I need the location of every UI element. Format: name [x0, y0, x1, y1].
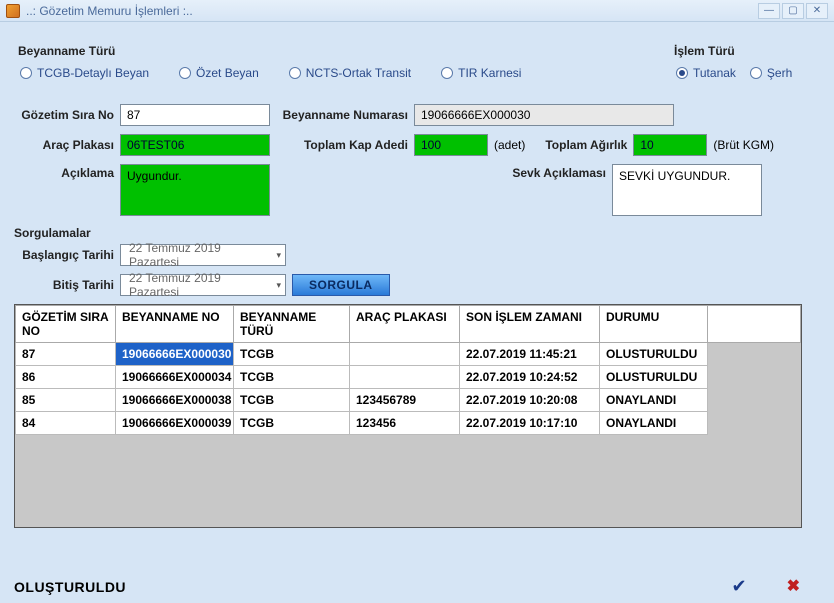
col-son-islem-zamani[interactable]: SON İŞLEM ZAMANI: [460, 306, 600, 343]
beyanname-numarasi-label: Beyanname Numarası: [276, 108, 408, 122]
close-button[interactable]: ✕: [806, 3, 828, 19]
brut-kgm-suffix: (Brüt KGM): [713, 138, 774, 152]
toplam-kap-adedi-label: Toplam Kap Adedi: [276, 138, 408, 152]
minimize-button[interactable]: —: [758, 3, 780, 19]
table-cell[interactable]: TCGB: [234, 389, 350, 412]
islem-turu-label: İşlem Türü: [674, 44, 735, 58]
aciklama-label: Açıklama: [14, 164, 114, 180]
baslangic-tarihi-label: Başlangıç Tarihi: [14, 248, 114, 262]
col-beyanname-turu[interactable]: BEYANNAME TÜRÜ: [234, 306, 350, 343]
table-cell[interactable]: TCGB: [234, 412, 350, 435]
table-cell[interactable]: 87: [16, 343, 116, 366]
radio-tir-karnesi[interactable]: TIR Karnesi: [441, 66, 521, 80]
table-row[interactable]: 8619066666EX000034TCGB 22.07.2019 10:24:5…: [16, 366, 801, 389]
sorgula-button[interactable]: SORGULA: [292, 274, 390, 296]
table-row[interactable]: 8519066666EX000038TCGB12345678922.07.201…: [16, 389, 801, 412]
cancel-icon[interactable]: ✖: [787, 576, 800, 597]
table-cell[interactable]: OLUSTURULDU: [600, 366, 708, 389]
table-cell[interactable]: TCGB: [234, 366, 350, 389]
col-gozetim-sira-no[interactable]: GÖZETİM SIRA NO: [16, 306, 116, 343]
app-icon: [6, 4, 20, 18]
table-cell[interactable]: [350, 343, 460, 366]
adet-suffix: (adet): [494, 138, 525, 152]
table-cell[interactable]: 22.07.2019 10:20:08: [460, 389, 600, 412]
col-spacer: [708, 306, 801, 343]
radio-tcgb[interactable]: TCGB-Detaylı Beyan: [20, 66, 149, 80]
window-titlebar: ..: Gözetim Memuru İşlemleri :.. — ▢ ✕: [0, 0, 834, 22]
islem-turu-group: İşlem Türü Tutanak Şerh: [670, 62, 820, 84]
confirm-icon[interactable]: ✔: [732, 576, 747, 597]
table-cell[interactable]: ONAYLANDI: [600, 389, 708, 412]
arac-plakasi-label: Araç Plakası: [14, 138, 114, 152]
gozetim-sira-no-input[interactable]: [120, 104, 270, 126]
bitis-tarihi-picker[interactable]: 22 Temmuz 2019 Pazartesi ▾: [120, 274, 286, 296]
table-cell[interactable]: 19066666EX000039: [116, 412, 234, 435]
status-text: OLUŞTURULDU: [14, 579, 126, 595]
aciklama-textarea[interactable]: [120, 164, 270, 216]
sorgulamalar-header: Sorgulamalar: [14, 226, 820, 240]
table-cell[interactable]: 22.07.2019 10:24:52: [460, 366, 600, 389]
toplam-kap-adedi-input[interactable]: [414, 134, 488, 156]
table-cell[interactable]: 123456: [350, 412, 460, 435]
table-cell[interactable]: 86: [16, 366, 116, 389]
toplam-agirlik-input[interactable]: [633, 134, 707, 156]
table-row[interactable]: 8419066666EX000039TCGB12345622.07.2019 1…: [16, 412, 801, 435]
col-beyanname-no[interactable]: BEYANNAME NO: [116, 306, 234, 343]
window-title: ..: Gözetim Memuru İşlemleri :..: [26, 4, 758, 18]
col-durumu[interactable]: DURUMU: [600, 306, 708, 343]
col-arac-plakasi[interactable]: ARAÇ PLAKASI: [350, 306, 460, 343]
table-cell[interactable]: 19066666EX000038: [116, 389, 234, 412]
beyanname-numarasi-input[interactable]: [414, 104, 674, 126]
chevron-down-icon: ▾: [276, 250, 281, 261]
arac-plakasi-input[interactable]: [120, 134, 270, 156]
sevk-aciklamasi-label: Sevk Açıklaması: [506, 164, 606, 180]
table-cell[interactable]: 22.07.2019 10:17:10: [460, 412, 600, 435]
table-cell[interactable]: TCGB: [234, 343, 350, 366]
grid-header-row: GÖZETİM SIRA NO BEYANNAME NO BEYANNAME T…: [16, 306, 801, 343]
baslangic-tarihi-picker[interactable]: 22 Temmuz 2019 Pazartesi ▾: [120, 244, 286, 266]
radio-serh[interactable]: Şerh: [750, 66, 792, 80]
beyanname-turu-label: Beyanname Türü: [18, 44, 115, 58]
table-cell[interactable]: OLUSTURULDU: [600, 343, 708, 366]
table-cell[interactable]: 19066666EX000034: [116, 366, 234, 389]
radio-ncts[interactable]: NCTS-Ortak Transit: [289, 66, 411, 80]
table-cell[interactable]: 84: [16, 412, 116, 435]
gozetim-sira-no-label: Gözetim Sıra No: [14, 108, 114, 122]
sevk-aciklamasi-textarea[interactable]: [612, 164, 762, 216]
bitis-tarihi-label: Bitiş Tarihi: [14, 278, 114, 292]
radio-tutanak[interactable]: Tutanak: [676, 66, 736, 80]
toplam-agirlik-label: Toplam Ağırlık: [531, 138, 627, 152]
table-cell[interactable]: 19066666EX000030: [116, 343, 234, 366]
table-cell[interactable]: ONAYLANDI: [600, 412, 708, 435]
beyanname-turu-group: Beyanname Türü TCGB-Detaylı Beyan Özet B…: [14, 62, 650, 84]
maximize-button[interactable]: ▢: [782, 3, 804, 19]
chevron-down-icon: ▾: [276, 280, 281, 291]
table-cell[interactable]: 22.07.2019 11:45:21: [460, 343, 600, 366]
table-cell[interactable]: [350, 366, 460, 389]
table-cell[interactable]: 123456789: [350, 389, 460, 412]
radio-ozet-beyan[interactable]: Özet Beyan: [179, 66, 259, 80]
table-cell[interactable]: 85: [16, 389, 116, 412]
table-row[interactable]: 8719066666EX000030TCGB 22.07.2019 11:45:2…: [16, 343, 801, 366]
results-grid[interactable]: GÖZETİM SIRA NO BEYANNAME NO BEYANNAME T…: [14, 304, 802, 528]
